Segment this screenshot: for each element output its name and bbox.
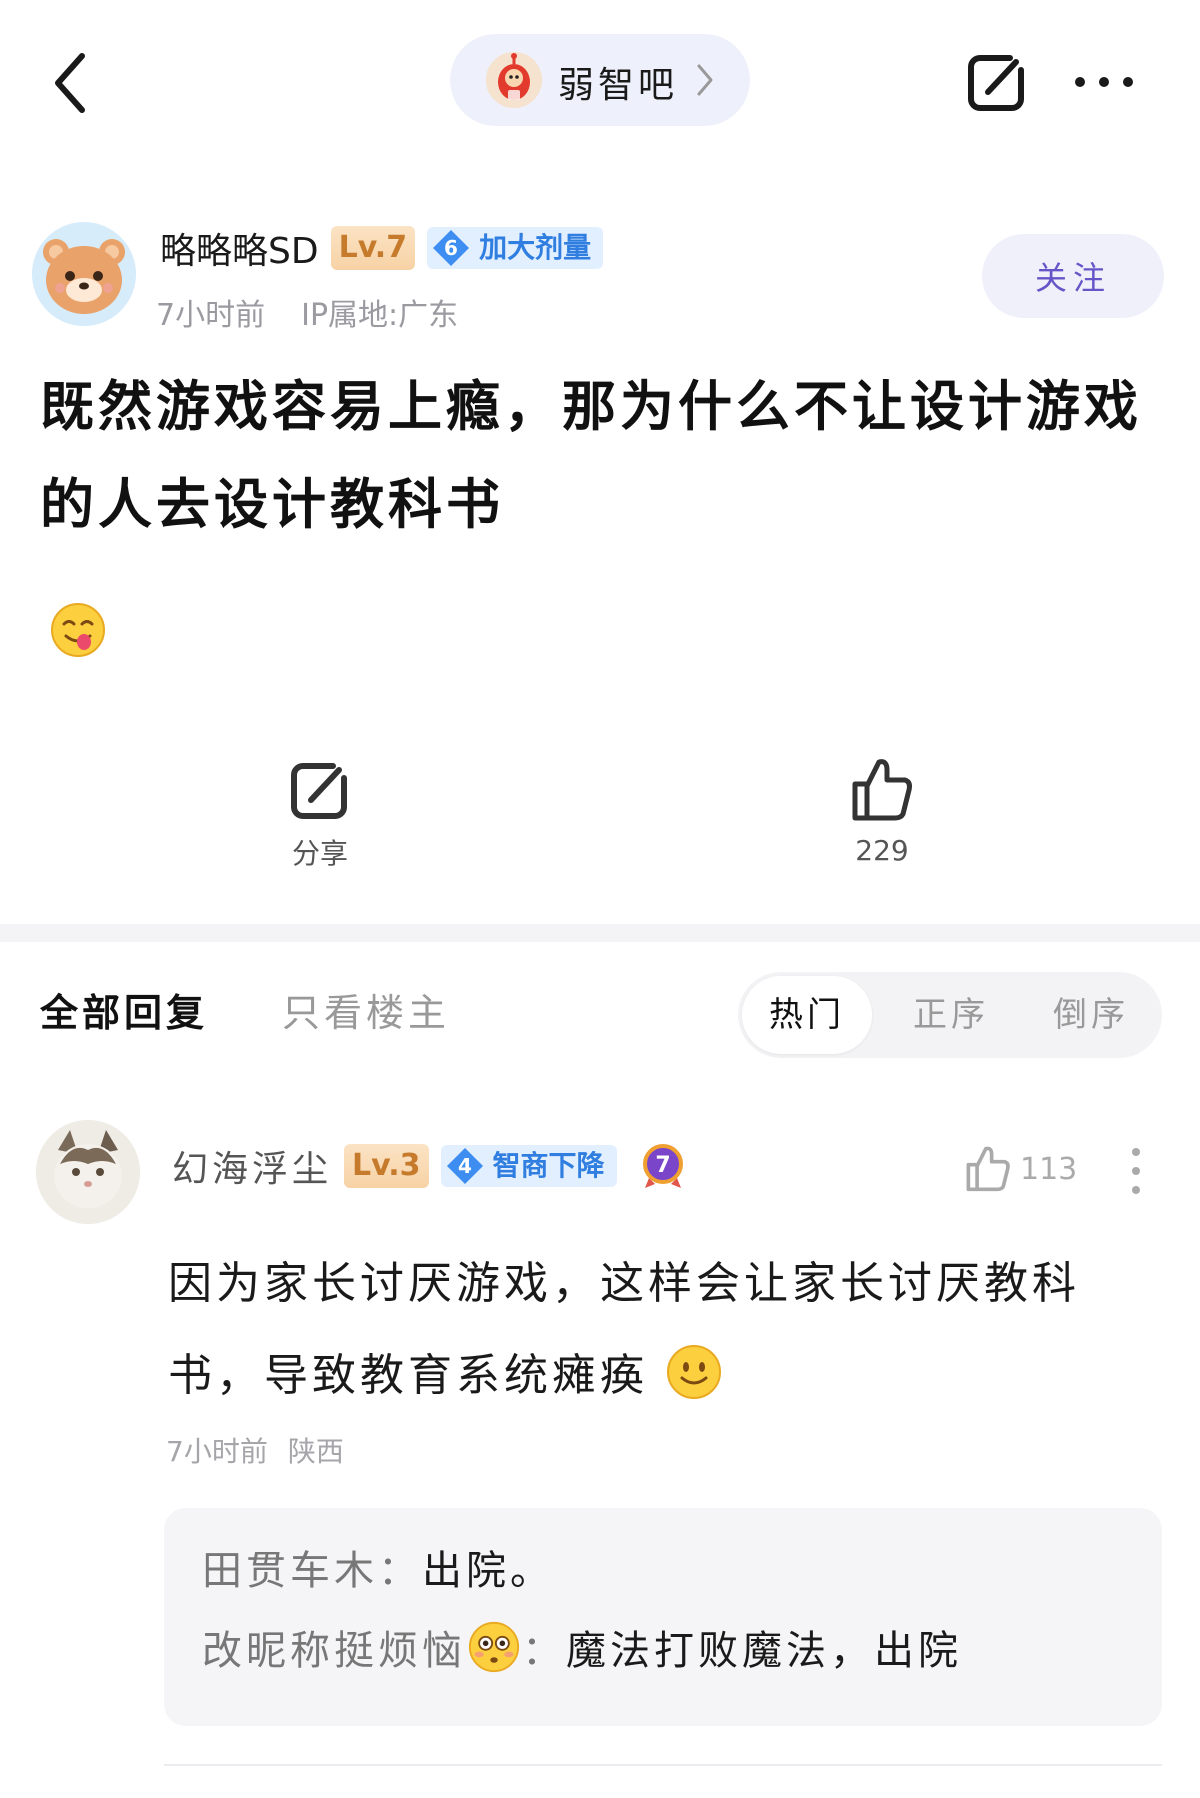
author-line: 略略略SD Lv.7 6 加大剂量 (160, 222, 604, 274)
post-title: 既然游戏容易上瘾，那为什么不让设计游戏的人去设计教科书 (40, 375, 1142, 536)
honor-badge: 6 加大剂量 (427, 227, 604, 269)
sub-reply-user[interactable]: 改昵称挺烦恼 (202, 1618, 466, 1676)
comment-text: 因为家长讨厌游戏，这样会让家长讨厌教科书，导致教育系统瘫痪 (168, 1238, 1168, 1422)
section-divider (0, 924, 1200, 942)
comment-like-count: 113 (1020, 1151, 1078, 1187)
post-ip: IP属地:广东 (301, 298, 459, 333)
thumbs-up-icon (966, 1146, 1010, 1192)
comment-more-icon[interactable] (1126, 1146, 1146, 1196)
post-time: 7小时前 (156, 298, 266, 333)
share-icon (291, 763, 347, 819)
share-label: 分享 (291, 837, 348, 870)
forum-pill[interactable]: 弱智吧 (450, 34, 750, 126)
comment-meta: 7小时前 陕西 (166, 1430, 344, 1470)
honor-level: 6 (444, 236, 458, 260)
honor-title: 加大剂量 (479, 231, 592, 264)
thumbs-up-icon (852, 759, 912, 821)
comment-text-content: 因为家长讨厌游戏，这样会让家长讨厌教科书，导致教育系统瘫痪 (168, 1258, 1080, 1401)
author-name[interactable]: 略略略SD (160, 222, 319, 274)
tab-op-only[interactable]: 只看楼主 (282, 982, 450, 1037)
follow-button[interactable]: 关注 (982, 234, 1164, 318)
tab-all-replies[interactable]: 全部回复 (40, 982, 208, 1037)
sort-toggle: 热门 正序 倒序 (738, 972, 1162, 1058)
chevron-right-icon (697, 64, 713, 96)
forum-avatar (486, 52, 542, 108)
diamond-icon: 4 (446, 1148, 483, 1184)
smile-emoji-icon (667, 1345, 721, 1399)
sort-asc[interactable]: 正序 (886, 972, 1016, 1058)
sub-reply-sep: ： (378, 1548, 422, 1594)
medal-badge-icon: 7 (642, 1144, 683, 1188)
honor-badge: 4 智商下降 (440, 1145, 617, 1187)
sub-reply-text: 魔法打败魔法，出院 (566, 1628, 962, 1674)
diamond-icon: 6 (433, 230, 470, 266)
level-badge: Lv.3 (344, 1144, 429, 1188)
sub-replies[interactable]: 田贯车木：出院。 改昵称挺烦恼 ：魔法打败魔法，出院 (164, 1508, 1162, 1726)
sub-reply-1[interactable]: 田贯车木：出院。 (202, 1538, 554, 1596)
comment-like[interactable]: 113 (964, 1144, 1077, 1194)
sub-reply-2[interactable]: 改昵称挺烦恼 ：魔法打败魔法，出院 (202, 1618, 962, 1676)
sub-reply-sep: ： (522, 1628, 566, 1674)
flushed-emoji-icon (468, 1621, 520, 1673)
forum-name: 弱智吧 (558, 65, 679, 106)
like-count: 229 (855, 834, 909, 867)
sub-reply-text: 出院。 (422, 1548, 554, 1594)
back-icon[interactable] (48, 48, 98, 118)
yum-emoji-icon (51, 603, 105, 657)
share-icon[interactable] (966, 52, 1028, 114)
honor-title: 智商下降 (492, 1149, 605, 1182)
sub-reply-user[interactable]: 田贯车木 (202, 1538, 378, 1596)
comment-location: 陕西 (287, 1435, 344, 1468)
more-options-icon[interactable] (1072, 62, 1136, 102)
sort-hot[interactable]: 热门 (742, 976, 872, 1054)
comment-divider (164, 1764, 1162, 1766)
author-avatar[interactable] (32, 222, 136, 326)
level-badge: Lv.7 (330, 226, 416, 270)
commenter-line: 幻海浮尘 Lv.3 4 智商下降 7 (172, 1140, 685, 1192)
honor-level: 4 (458, 1154, 472, 1178)
post-meta: 7小时前 IP属地:广东 (156, 290, 458, 334)
sort-desc[interactable]: 倒序 (1026, 972, 1156, 1058)
comment-time: 7小时前 (166, 1435, 268, 1468)
like-action[interactable]: 229 (812, 756, 952, 867)
commenter-avatar[interactable] (36, 1120, 140, 1224)
share-action[interactable]: 分享 (250, 760, 390, 872)
medal-number: 7 (655, 1153, 670, 1178)
commenter-name[interactable]: 幻海浮尘 (172, 1140, 332, 1192)
